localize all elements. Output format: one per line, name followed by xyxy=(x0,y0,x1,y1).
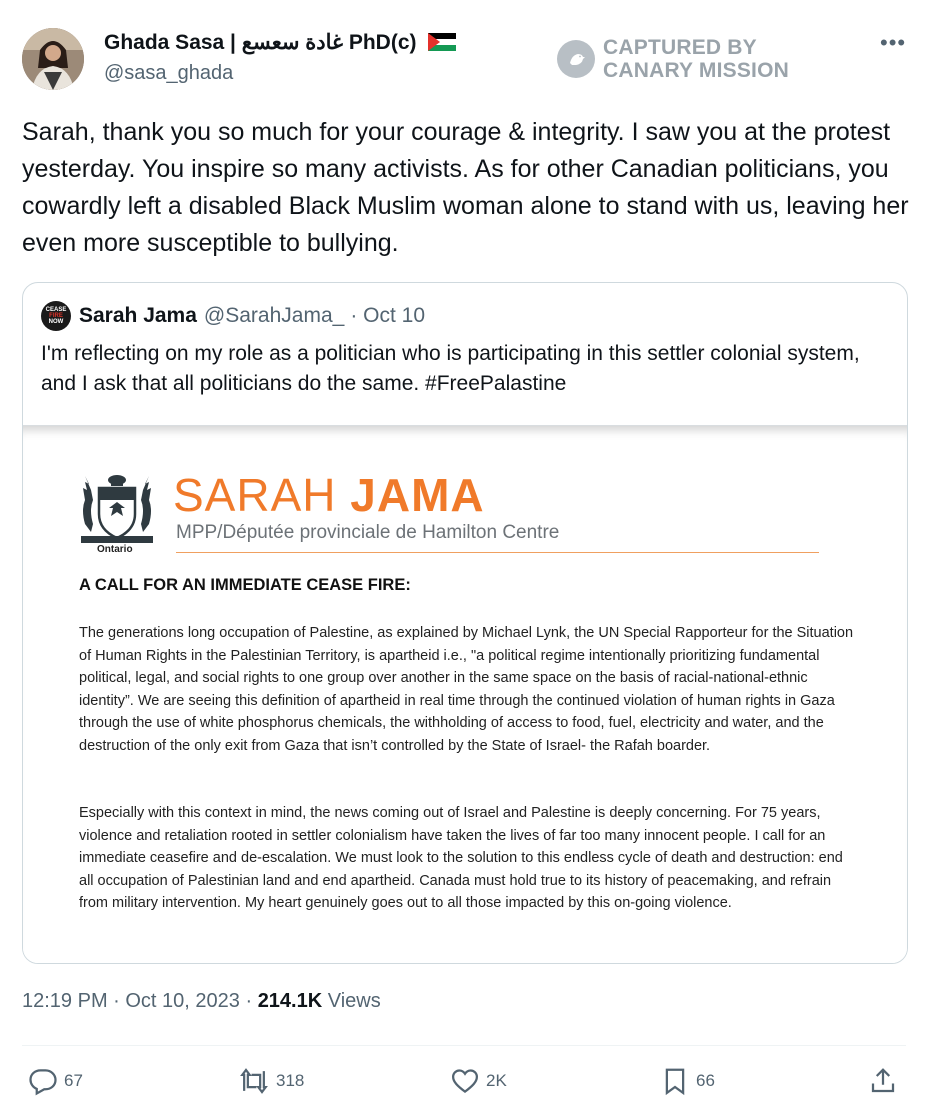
ontario-label: Ontario xyxy=(97,544,133,555)
reply-count: 67 xyxy=(64,1071,83,1090)
bookmark-count: 66 xyxy=(696,1071,715,1090)
share-icon xyxy=(871,1068,895,1093)
repost-button[interactable]: 318 xyxy=(238,1066,304,1096)
tweet-meta: 12:19 PM · Oct 10, 2023 · 214.1K Views xyxy=(22,990,381,1013)
repost-icon xyxy=(240,1068,268,1094)
tweet-timestamp[interactable]: 12:19 PM · Oct 10, 2023 · xyxy=(22,990,258,1012)
author-name-text: Ghada Sasa | غادة سعسع PhD(c) xyxy=(104,31,417,54)
document-heading: A CALL FOR AN IMMEDIATE CEASE FIRE: xyxy=(79,576,411,594)
bookmark-button[interactable]: 66 xyxy=(660,1066,715,1096)
author-name[interactable]: Ghada Sasa | غادة سعسع PhD(c) xyxy=(104,30,457,57)
views-label: Views xyxy=(322,990,381,1012)
letterhead-subtitle: MPP/Députée provinciale de Hamilton Cent… xyxy=(176,522,560,543)
author-handle[interactable]: @sasa_ghada xyxy=(104,62,233,85)
quoted-tweet-header: CEASE FIRE NOW Sarah Jama @SarahJama_ · … xyxy=(41,301,425,331)
quoted-author-name[interactable]: Sarah Jama xyxy=(79,304,197,328)
quoted-author-avatar[interactable]: CEASE FIRE NOW xyxy=(41,301,71,331)
canary-mission-watermark: CAPTURED BY CANARY MISSION xyxy=(557,36,789,82)
quoted-tweet-date[interactable]: · Oct 10 xyxy=(350,304,425,328)
quoted-author-handle[interactable]: @SarahJama_ xyxy=(204,304,344,328)
palestine-flag-icon xyxy=(428,33,457,57)
letterhead-first-name: SARAH xyxy=(173,469,351,521)
reply-button[interactable]: 67 xyxy=(28,1066,83,1096)
like-button[interactable]: 2K xyxy=(450,1066,507,1096)
quoted-tweet-text: I'm reflecting on my role as a politicia… xyxy=(41,342,860,395)
heart-icon xyxy=(451,1069,479,1094)
watermark-line1: CAPTURED BY xyxy=(603,36,757,59)
document-paragraph-1: The generations long occupation of Pales… xyxy=(79,625,854,754)
quoted-tweet[interactable]: CEASE FIRE NOW Sarah Jama @SarahJama_ · … xyxy=(22,282,908,964)
action-divider xyxy=(22,1045,906,1046)
author-avatar[interactable] xyxy=(22,28,84,90)
repost-count: 318 xyxy=(276,1071,305,1090)
reply-icon xyxy=(29,1069,57,1096)
bookmark-icon xyxy=(665,1068,685,1096)
tweet-text: Sarah, thank you so much for your courag… xyxy=(22,118,909,257)
views-count: 214.1K xyxy=(257,990,323,1012)
document-paragraph-2: Especially with this context in mind, th… xyxy=(79,805,843,911)
share-button[interactable] xyxy=(868,1066,904,1096)
watermark-line2: CANARY MISSION xyxy=(603,59,789,82)
letterhead-last-name: JAMA xyxy=(350,469,485,521)
like-count: 2K xyxy=(486,1071,507,1090)
letterhead-divider xyxy=(176,552,819,553)
ontario-coat-of-arms-icon xyxy=(75,470,159,554)
canary-bird-icon xyxy=(557,40,595,78)
action-bar: 67 318 2K 66 xyxy=(22,1066,906,1100)
attached-document-image[interactable]: Ontario SARAH JAMA MPP/Députée provincia… xyxy=(23,425,907,963)
avatar-text-3: NOW xyxy=(48,319,64,325)
more-options-icon[interactable]: ••• xyxy=(880,30,906,56)
letterhead-name: SARAH JAMA xyxy=(173,468,485,522)
